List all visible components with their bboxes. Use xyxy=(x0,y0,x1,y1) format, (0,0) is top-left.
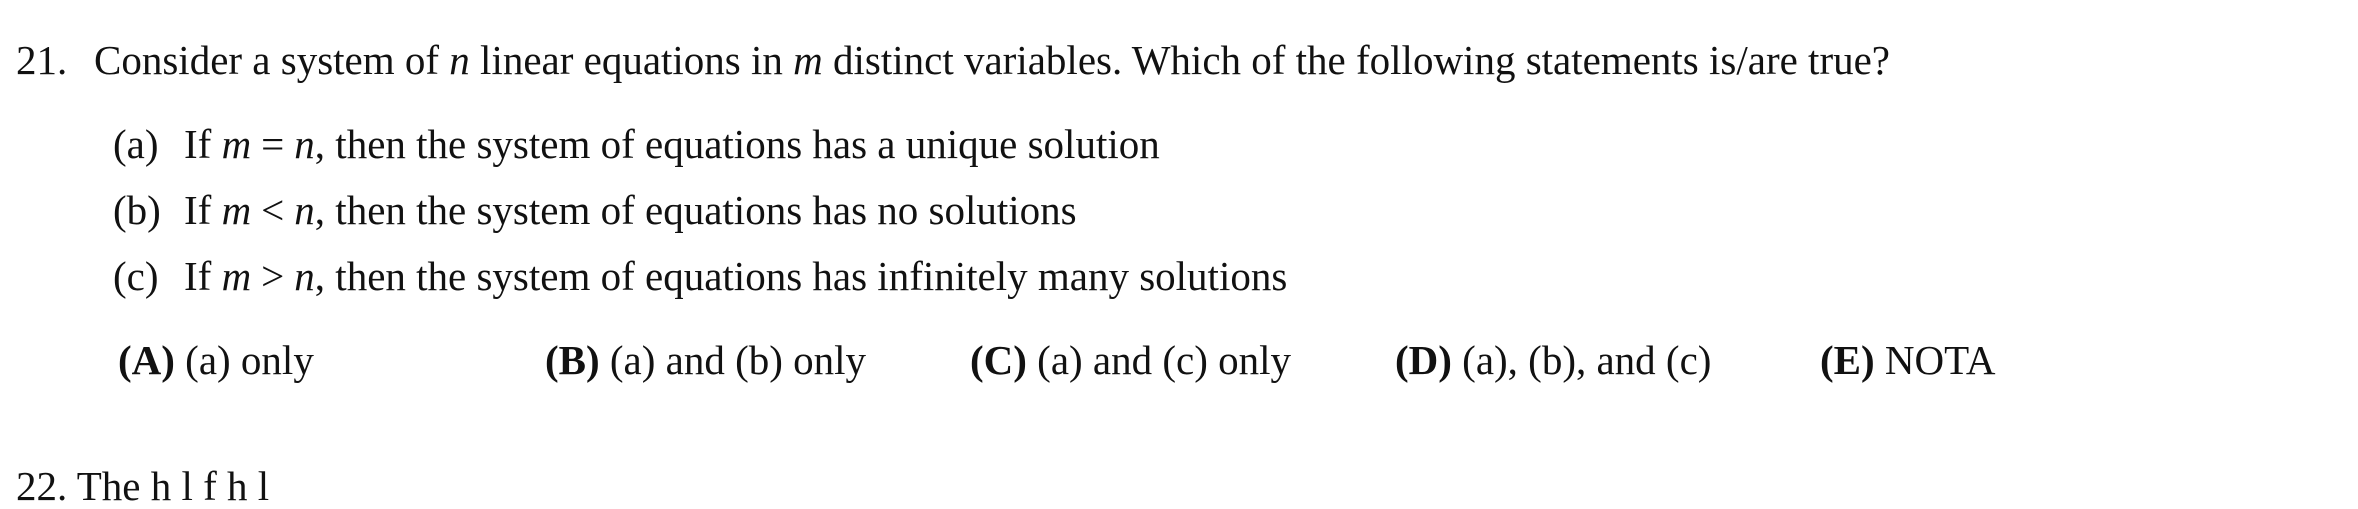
question-text-part-3: distinct variables. Which of the followi… xyxy=(822,37,1890,83)
choice-a-letter: (A) xyxy=(118,337,175,383)
statement-a-var-m: m xyxy=(221,121,252,167)
statement-c-operator: > xyxy=(261,253,285,299)
choice-c-text: (a) and (c) only xyxy=(1026,337,1292,383)
choice-e-text: NOTA xyxy=(1874,337,1996,383)
statement-a-text: If m = n, then the system of equations has… xyxy=(184,124,1160,165)
question-number: 21. xyxy=(16,37,68,83)
statement-b-rest: , then the system of equations has no so… xyxy=(314,187,1077,233)
question-text: Consider a system of n linear equations … xyxy=(94,40,1890,81)
choice-e-letter: (E) xyxy=(1820,337,1875,383)
choice-d-letter: (D) xyxy=(1395,337,1452,383)
choice-b-letter: (B) xyxy=(545,337,600,383)
question-text-part-1: Consider a system of xyxy=(94,37,450,83)
statement-b-text: If m < n, then the system of equations has… xyxy=(184,190,1077,231)
statement-b-operator: < xyxy=(261,187,285,233)
choice-c-letter: (C) xyxy=(970,337,1027,383)
statement-c-var-n: n xyxy=(294,253,315,299)
choice-e[interactable]: (E) NOTA xyxy=(1820,340,1996,381)
statement-a-label: (a) xyxy=(113,121,159,167)
statement-a-operator: = xyxy=(261,121,285,167)
statement-a-rest: , then the system of equations has a uni… xyxy=(314,121,1160,167)
question-text-part-2: linear equations in xyxy=(469,37,794,83)
statement-b-var-m: m xyxy=(221,187,252,233)
choice-a-text: (a) only xyxy=(174,337,314,383)
statement-c-label: (c) xyxy=(113,253,159,299)
statement-c-lead: If xyxy=(184,253,222,299)
statement-b-var-n: n xyxy=(294,187,315,233)
choice-d[interactable]: (D) (a), (b), and (c) xyxy=(1395,340,1711,381)
statement-a-var-n: n xyxy=(294,121,315,167)
choice-c[interactable]: (C) (a) and (c) only xyxy=(970,340,1291,381)
statement-c-text: If m > n, then the system of equations has… xyxy=(184,256,1287,297)
choice-a[interactable]: (A) (a) only xyxy=(118,340,314,381)
choice-b-text: (a) and (b) only xyxy=(599,337,867,383)
choice-b[interactable]: (B) (a) and (b) only xyxy=(545,340,866,381)
statement-b-label: (b) xyxy=(113,187,161,233)
statement-a-lead: If xyxy=(184,121,222,167)
statement-c-var-m: m xyxy=(221,253,252,299)
next-question-partial: 22. The h l f h l xyxy=(16,463,270,509)
statement-c-rest: , then the system of equations has infin… xyxy=(314,253,1288,299)
math-var-n: n xyxy=(449,37,470,83)
statement-b-lead: If xyxy=(184,187,222,233)
choice-d-text: (a), (b), and (c) xyxy=(1451,337,1712,383)
math-var-m: m xyxy=(793,37,823,83)
